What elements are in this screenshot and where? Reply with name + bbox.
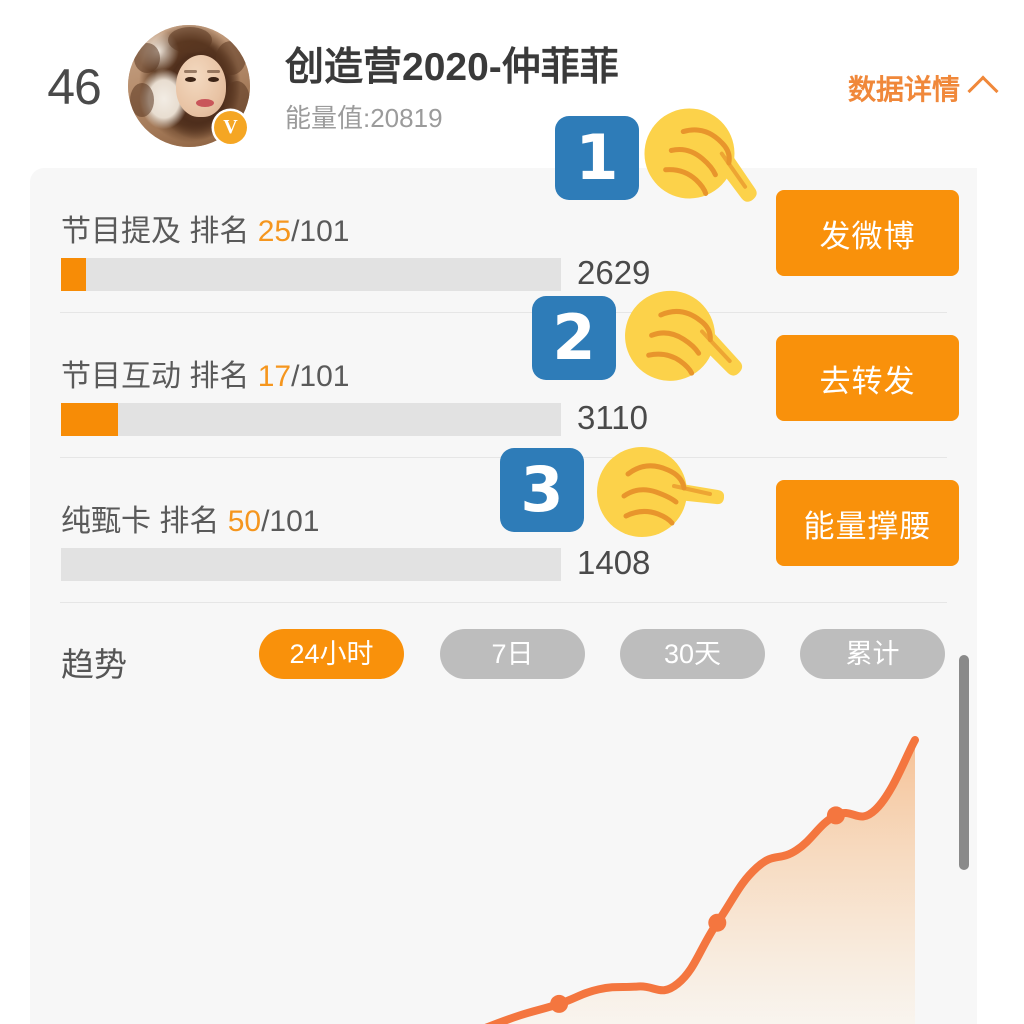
metrics-card: 节目提及 排名 25/101 2629 发微博 节目互动 排名 17/101 3… [30,168,977,1024]
metric-label: 纯甄卡 排名 50/101 [61,496,319,540]
step-marker-1: 1 [555,98,771,218]
metric-row: 节目提及 排名 25/101 2629 发微博 [30,168,977,313]
progress-bar [61,403,561,436]
metric-rank-value: 17 [257,360,292,393]
page-title: 创造营2020-仲菲菲 [285,46,619,89]
data-detail-label: 数据详情 [847,74,960,105]
pointing-hand-icon [644,108,757,202]
vertical-scrollbar[interactable] [959,655,969,870]
trend-label: 趋势 [61,646,127,683]
metric-rank-total: /101 [261,505,320,538]
trend-chart-svg [484,736,919,1024]
metric-rank-total: /101 [291,360,350,393]
repost-button[interactable]: 去转发 [776,335,959,421]
metric-name: 纯甄卡 [61,505,151,538]
row-divider [60,602,947,603]
metric-label: 节目提及 排名 25/101 [61,206,349,250]
tab-30d[interactable]: 30天 [620,629,765,679]
chevron-up-icon [967,75,999,107]
trend-chart[interactable] [30,710,977,1024]
metric-rank-value: 25 [257,215,292,248]
chart-data-point [708,913,727,932]
profile-header: 46 V 创造营2020-仲菲菲 能量值:20819 数据详情 [0,0,1024,168]
metric-rank-word: 排名 [189,360,250,393]
metric-rank-value: 50 [227,505,262,538]
step-number-badge: 3 [500,448,584,532]
progress-bar-fill [61,403,118,436]
energy-value: 能量值:20819 [285,103,443,133]
rank-number: 46 [47,59,102,115]
verified-badge-icon: V [214,111,247,144]
chart-area-fill [495,740,915,1024]
metric-rank-total: /101 [291,215,350,248]
chart-data-point [550,994,569,1013]
chart-data-point [826,806,845,825]
post-weibo-button[interactable]: 发微博 [776,190,959,276]
metric-label: 节目互动 排名 17/101 [61,351,349,395]
pointing-hand-icon [597,447,724,537]
step-marker-2: 2 [532,278,752,398]
pointing-hand-icon [625,290,743,381]
step-number-badge: 2 [532,296,616,380]
energy-support-button[interactable]: 能量撑腰 [776,480,959,566]
tab-total[interactable]: 累计 [800,629,945,679]
metric-rank-word: 排名 [189,215,250,248]
tab-7d[interactable]: 7日 [440,629,585,679]
metric-name: 节目提及 [61,215,181,248]
step-marker-3: 3 [500,430,724,550]
avatar[interactable]: V [128,25,250,147]
metric-name: 节目互动 [61,360,181,393]
tab-24h[interactable]: 24小时 [259,629,404,679]
progress-bar [61,258,561,291]
progress-bar [61,548,561,581]
progress-bar-fill [61,258,86,291]
metric-rank-word: 排名 [159,505,220,538]
trend-tabs: 趋势 24小时 7日 30天 累计 [30,608,977,710]
data-detail-link[interactable]: 数据详情 [847,68,999,108]
